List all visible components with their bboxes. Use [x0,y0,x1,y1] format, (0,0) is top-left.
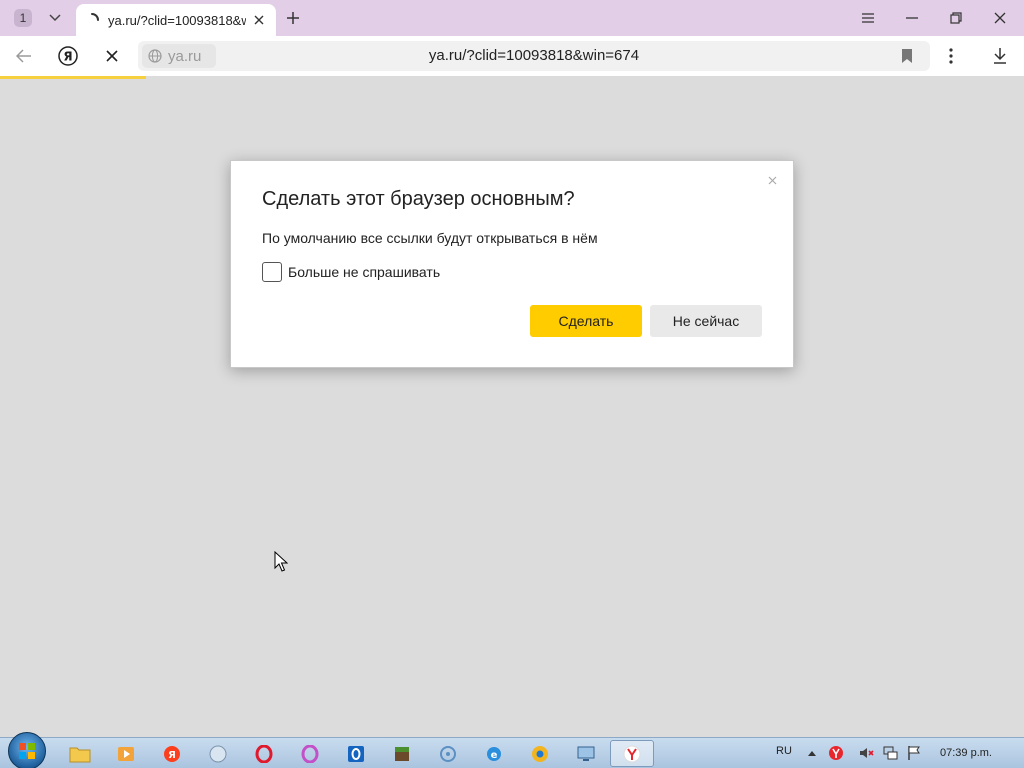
outlook-icon [348,745,364,762]
yandex-logo-icon: Я [58,46,78,66]
network-icon [440,745,456,762]
new-tab-button[interactable] [282,7,304,29]
flag-icon [908,746,920,760]
taskbar-chromium-app[interactable] [518,740,562,767]
close-icon [994,12,1006,24]
language-indicator[interactable]: RU [776,745,792,757]
svg-text:e: e [491,750,498,761]
taskbar-opera[interactable] [242,740,286,767]
address-bar[interactable]: ya.ru ya.ru/?clid=10093818&win=674 [138,41,930,71]
restore-button[interactable] [934,4,978,32]
tab-title: ya.ru/?clid=10093818&win=674 [108,12,246,28]
dialog-message: По умолчанию все ссылки будут открыватьс… [262,230,598,246]
downloads-button[interactable] [986,42,1014,70]
taskbar-yandex-browser[interactable] [610,740,654,767]
svg-text:Я: Я [63,50,72,64]
tray-yandex[interactable] [828,745,844,761]
close-icon [768,176,776,184]
taskbar-clock[interactable]: 07:39 p.m. [940,747,992,759]
browser-toolbar: Я ya.ru ya.ru/?clid=10093818&win=674 [0,36,1024,76]
opera-icon [255,744,273,763]
bookmark-icon [902,49,912,63]
tab-active[interactable]: ya.ru/?clid=10093818&win=674 [76,4,276,36]
close-window-button[interactable] [978,4,1022,32]
yandex-icon: Я [164,745,180,762]
default-browser-dialog: Сделать этот браузер основным? По умолча… [230,160,794,368]
taskbar-minecraft[interactable] [380,740,424,767]
make-default-button[interactable]: Сделать [530,305,642,337]
windows-logo-icon [19,743,35,759]
browser-icon [532,745,548,762]
yandex-browser-icon [623,745,641,762]
network-monitor-icon [883,746,898,760]
mouse-cursor-icon [274,551,288,572]
yandex-button[interactable]: Я [54,42,82,70]
globe-icon [209,745,227,762]
taskbar-media-player[interactable] [104,740,148,767]
more-options-button[interactable] [937,42,965,70]
close-icon [254,15,264,25]
page-load-progress [0,76,146,79]
plus-icon [287,12,299,24]
more-vertical-icon [949,48,953,64]
not-now-button[interactable]: Не сейчас [650,305,762,337]
taskbar-remote-desktop[interactable] [564,740,608,767]
taskbar-internet-explorer[interactable]: e [472,740,516,767]
chevron-down-icon [49,14,61,22]
site-info-chip[interactable]: ya.ru [142,44,216,68]
start-button[interactable] [8,732,46,768]
taskbar-outlook[interactable] [334,740,378,767]
tray-network[interactable] [882,745,898,761]
loading-spinner-icon [91,13,99,21]
grass-block-icon [395,746,409,761]
bookmark-button[interactable] [893,42,921,70]
site-domain: ya.ru [168,47,202,65]
title-bar: 1 ya.ru/?clid=10093818&win=674 [0,0,1024,36]
speaker-muted-icon [860,748,874,758]
tab-list-button[interactable] [42,6,68,30]
taskbar-explorer[interactable] [58,740,102,767]
browser-menu-button[interactable] [846,4,890,32]
internet-explorer-icon: e [487,746,501,761]
tray-volume[interactable] [858,745,874,761]
minimize-icon [906,17,918,19]
dont-ask-again-checkbox[interactable]: Больше не спрашивать [262,262,440,282]
tab-counter-button[interactable]: 1 [10,6,36,30]
checkbox-box[interactable] [262,262,282,282]
chevron-up-icon [808,751,816,756]
tab-count: 1 [14,9,32,27]
arrow-left-icon [16,49,31,63]
taskbar-opera-gx[interactable] [288,740,332,767]
tray-expand-button[interactable] [804,745,820,761]
back-button[interactable] [10,42,38,70]
checkbox-label[interactable]: Больше не спрашивать [288,264,440,280]
svg-text:Я: Я [168,750,176,761]
stop-loading-button[interactable] [98,42,126,70]
taskbar-yandex-app[interactable]: Я [150,740,194,767]
globe-icon [148,49,162,63]
dialog-close-button[interactable] [765,173,779,187]
opera-gx-icon [301,744,319,763]
minimize-button[interactable] [890,4,934,32]
url-text: ya.ru/?clid=10093818&win=674 [428,47,640,64]
restore-icon [950,12,962,24]
download-icon [994,48,1006,64]
dialog-title: Сделать этот браузер основным? [262,188,575,210]
taskbar: Я e RU 07:39 p.m. [0,732,1024,768]
monitor-icon [577,746,595,761]
close-icon [106,50,118,62]
yandex-icon [829,746,843,760]
folder-icon [69,747,91,762]
taskbar-globe-app[interactable] [196,740,240,767]
tab-close-button[interactable] [250,11,268,29]
media-player-icon [118,746,134,761]
tray-action-center[interactable] [906,745,922,761]
taskbar-network-app[interactable] [426,740,470,767]
hamburger-icon [862,13,874,23]
